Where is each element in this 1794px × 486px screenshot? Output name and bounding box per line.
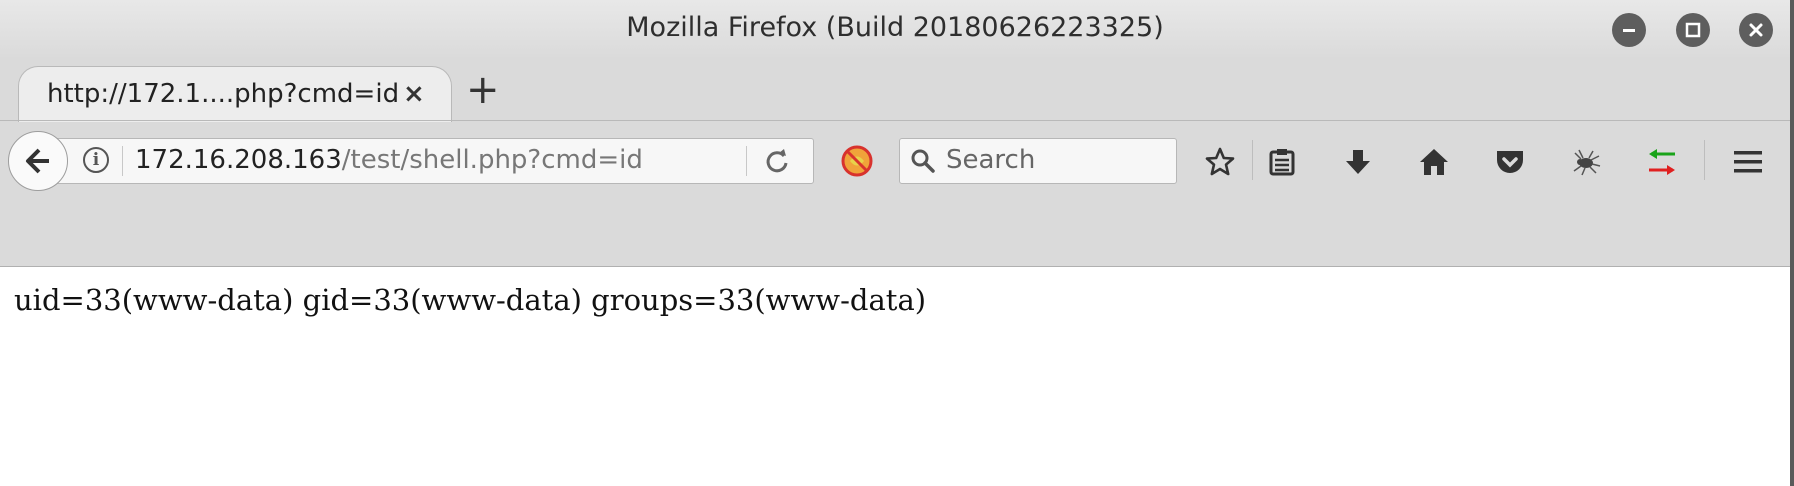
bookmark-button[interactable]: [1200, 142, 1240, 182]
star-icon: [1205, 147, 1235, 176]
minimize-button[interactable]: [1612, 13, 1646, 47]
noscript-icon: [841, 145, 873, 177]
url-text[interactable]: 172.16.208.163/test/shell.php?cmd=id: [135, 145, 643, 175]
spider-icon: [1573, 149, 1601, 176]
extension-button[interactable]: [1566, 142, 1606, 182]
download-icon: [1346, 150, 1370, 174]
reload-button[interactable]: [763, 147, 791, 179]
url-path: /test/shell.php?cmd=id: [341, 145, 643, 175]
home-button[interactable]: [1414, 142, 1454, 182]
downloads-button[interactable]: [1338, 142, 1378, 182]
back-arrow-icon: [26, 148, 49, 174]
menu-button[interactable]: [1728, 142, 1768, 182]
maximize-icon: [1685, 22, 1701, 38]
window-title: Mozilla Firefox (Build 20180626223325): [626, 12, 1164, 43]
chrome-bottom-border: [0, 266, 1790, 267]
back-button[interactable]: [8, 131, 68, 191]
window-edge: [1790, 0, 1794, 486]
reload-separator: [746, 146, 747, 176]
search-box[interactable]: [899, 138, 1177, 184]
url-separator: [122, 146, 123, 176]
bookmarks-toolbar: [0, 201, 1790, 266]
pocket-button[interactable]: [1490, 142, 1530, 182]
new-tab-button[interactable]: +: [466, 70, 500, 110]
home-icon: [1420, 149, 1448, 175]
tab-active[interactable]: http://172.1....php?cmd=id ×: [18, 66, 452, 122]
title-bar[interactable]: Mozilla Firefox (Build 20180626223325): [0, 0, 1790, 62]
toolbar-separator: [1252, 140, 1253, 180]
proxy-switch-button[interactable]: [1642, 142, 1682, 182]
noscript-button[interactable]: [840, 144, 874, 182]
reload-icon: [766, 149, 788, 173]
search-icon: [911, 149, 935, 173]
search-input[interactable]: [946, 144, 1168, 176]
maximize-button[interactable]: [1676, 13, 1710, 47]
info-icon[interactable]: i: [83, 147, 109, 173]
page-body-text: uid=33(www-data) gid=33(www-data) groups…: [14, 283, 927, 317]
tab-close-icon[interactable]: ×: [403, 79, 425, 109]
proxy-switch-icon: [1649, 149, 1675, 175]
url-bar[interactable]: i 172.16.208.163/test/shell.php?cmd=id: [46, 138, 814, 184]
url-host: 172.16.208.163: [135, 145, 342, 175]
reading-list-button[interactable]: [1262, 142, 1302, 182]
tab-label: http://172.1....php?cmd=id: [47, 79, 400, 109]
reading-list-icon: [1269, 149, 1295, 176]
hamburger-menu-icon: [1734, 151, 1762, 173]
close-window-button[interactable]: [1739, 13, 1773, 47]
close-icon: [1749, 23, 1763, 37]
pocket-icon: [1497, 151, 1523, 173]
minimize-icon: [1623, 29, 1635, 32]
toolbar-separator: [1704, 140, 1705, 180]
